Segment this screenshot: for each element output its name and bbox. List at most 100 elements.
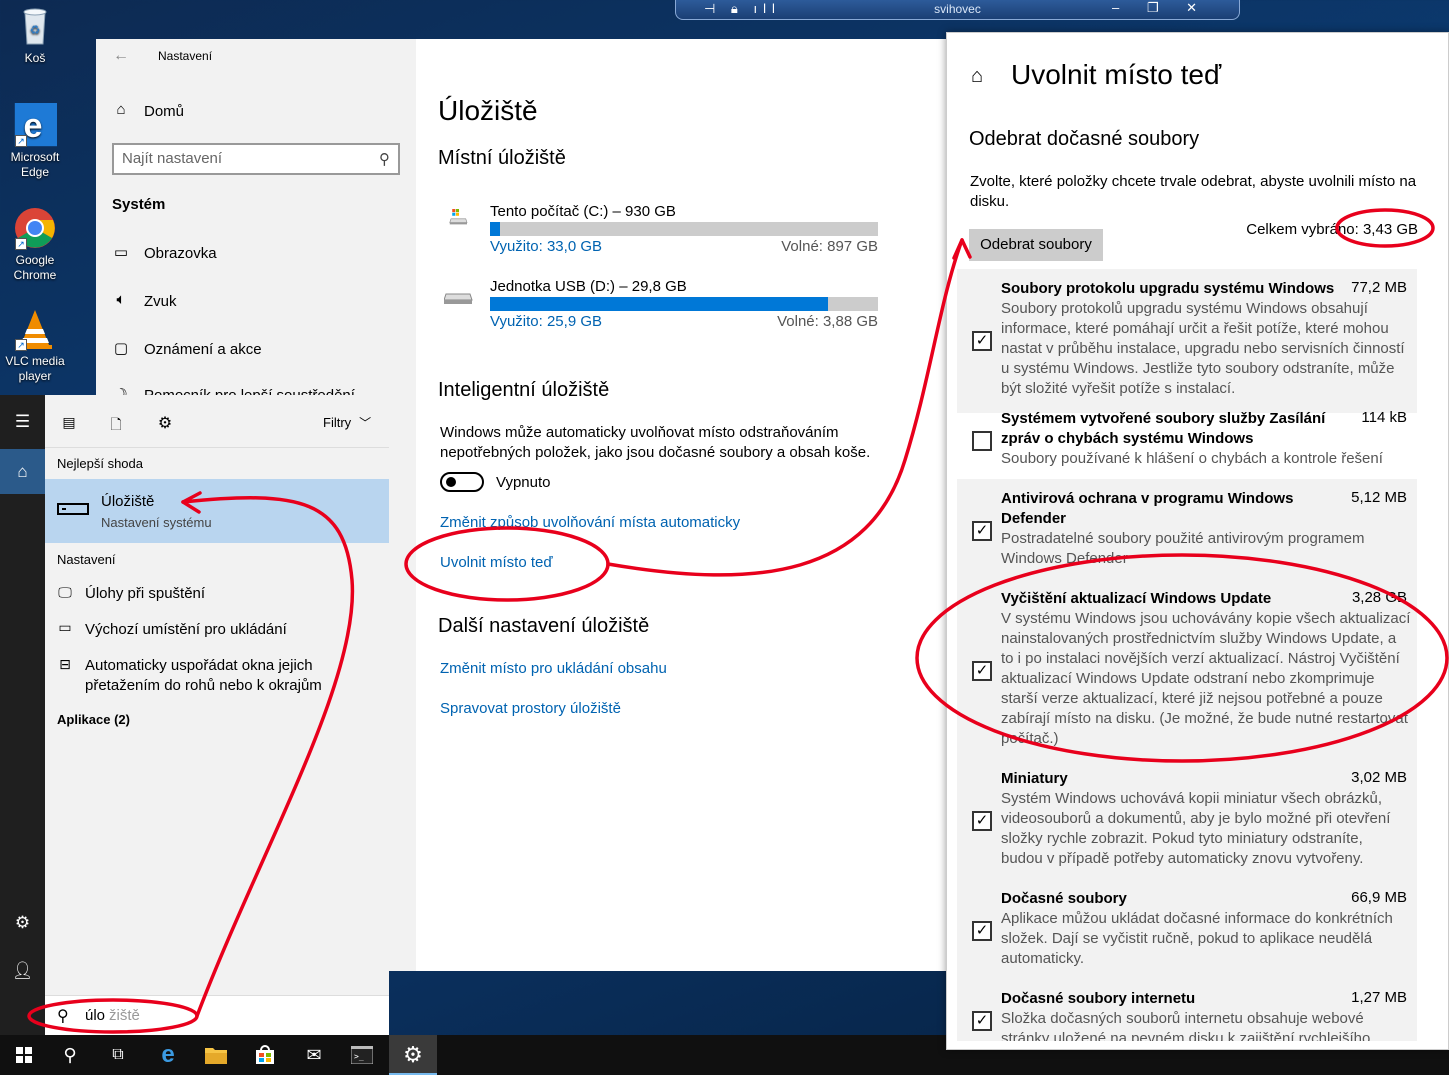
nav-item-sound[interactable]: 🔈︎ Zvuk [112,291,400,315]
search-icon: ⚲ [379,151,390,168]
section-title: Odebrat dočasné soubory [969,128,1200,150]
result-startup-tasks[interactable]: 🖵︎ Úlohy při spuštění [45,581,389,607]
page-title: Uvolnit místo teď [1011,59,1222,90]
item-description: Složka dočasných souborů internetu obsah… [1001,1010,1364,1027]
cleanup-item[interactable]: ✓ Miniatury 3,02 MB Systém Windows uchovává… [957,759,1417,883]
smart-storage-desc-1: Windows může automaticky uvolňovat místo… [440,424,839,441]
filters-dropdown[interactable]: Filtry ﹀ [323,414,371,431]
hamburger-menu-icon[interactable]: ☰ [0,399,45,444]
store-icon[interactable] [241,1035,289,1075]
cleanup-item[interactable]: ✓ Dočasné soubory 66,9 MB Aplikace můžou uk… [957,879,1417,983]
item-size: 1,27 MB [1351,989,1407,1006]
item-checkbox[interactable]: ✓ [972,1011,992,1031]
drive-d[interactable]: Jednotka USB (D:) – 29,8 GB Využito: 25,… [438,274,878,334]
result-label: Výchozí umístění pro ukládání [85,621,287,638]
change-auto-cleanup-link[interactable]: Změnit způsob uvolňování místa automatic… [440,514,740,531]
cleanup-item[interactable]: ✓ Dočasné soubory internetu 1,27 MB Složka … [957,979,1417,1041]
nav-item-display[interactable]: ▭ Obrazovka [112,243,400,267]
settings-results-heading: Nastavení [57,552,116,567]
divider [45,447,389,448]
item-checkbox[interactable]: ✓ [972,521,992,541]
result-default-save-location[interactable]: ▭ Výchozí umístění pro ukládání [45,617,389,643]
taskbar-search-input[interactable]: ⚲ úlo žiště [45,995,389,1035]
item-title: Dočasné soubory [1001,890,1127,907]
manage-storage-spaces-link[interactable]: Spravovat prostory úložiště [440,700,621,717]
feedback-icon[interactable]: 👤︎ [0,948,45,993]
svg-text:>_: >_ [354,1052,364,1061]
apps-heading: Aplikace (2) [57,712,130,727]
item-description: Systém Windows uchovává kopii miniatur v… [1001,790,1382,807]
file-explorer-icon[interactable] [192,1035,240,1075]
back-arrow-icon[interactable]: ← [112,47,130,65]
task-view-icon[interactable]: ⧉ [94,1035,142,1075]
item-checkbox[interactable] [972,431,992,451]
item-checkbox[interactable]: ✓ [972,661,992,681]
cleanup-item[interactable]: ✓ Vyčištění aktualizací Windows Update 3,2… [957,579,1417,763]
remove-files-button[interactable]: Odebrat soubory [969,229,1103,261]
item-title: Vyčištění aktualizací Windows Update [1001,590,1272,607]
desktop-icon-chrome[interactable]: ↗ Google Chrome [4,206,66,283]
item-description: nastat v průběhu instalace, upgradu nebo… [1001,340,1405,357]
drive-free: Volné: 897 GB [781,238,878,255]
toggle-state: Vypnuto [496,474,551,491]
home-nav-item[interactable]: ⌂ Domů [112,101,400,125]
total-selected: Celkem vybráno: 3,43 GB [1246,221,1418,238]
cleanup-item[interactable]: ✓ Antivirová ochrana v programu Windows De… [957,479,1417,583]
page-title: Úložiště [438,95,538,126]
cleanup-item[interactable]: ✓ Soubory protokolu upgradu systému Windo… [957,269,1417,413]
cleanup-item[interactable]: Systémem vytvořené soubory služby Zasílá… [957,399,1417,483]
free-space-content: ⌂ Uvolnit místo teď Odebrat dočasné soub… [957,43,1440,1041]
search-results-panel: ▤ 🗋︎ ⚙ Filtry ﹀ Nejlepší shoda Úložiště … [45,395,389,1035]
best-match-subtitle: Nastavení systému [101,515,212,530]
search-icon[interactable]: ⚲ [46,1035,94,1075]
desktop-icon-edge[interactable]: e ↗ Microsoft Edge [4,103,66,180]
documents-filter-icon[interactable]: 🗋︎ [106,414,126,438]
remote-desktop-bar[interactable]: ⊣ 🔒︎ ıll svihovec – ❐ ✕ [675,0,1240,20]
free-space-now-link[interactable]: Uvolnit místo teď [440,554,553,571]
chevron-down-icon: ﹀ [359,416,372,430]
local-storage-heading: Místní úložiště [438,147,566,169]
item-title: Miniatury [1001,770,1068,787]
gear-icon[interactable]: ⚙ [0,900,45,945]
item-description: Postradatelné soubory použité antivirový… [1001,530,1365,547]
settings-filter-icon[interactable]: ⚙ [155,413,175,433]
item-checkbox[interactable]: ✓ [972,811,992,831]
apps-filter-icon[interactable]: ▤ [59,414,79,431]
best-match-result[interactable]: Úložiště Nastavení systému [45,479,389,543]
item-description: zabírají místo na disku. (Je možné, že b… [1001,710,1408,727]
storage-sense-toggle[interactable] [440,472,484,492]
startup-icon: 🖵︎ [58,584,72,600]
home-icon[interactable]: ⌂ [971,65,983,88]
system-drive-icon [449,209,468,225]
item-description: to i po instalaci novějších verzí aktual… [1001,650,1400,667]
mail-icon[interactable]: ✉ [290,1035,338,1075]
item-description: videosouborů a dokumentů, aby je bylo mo… [1001,810,1391,827]
drive-used: Využito: 25,9 GB [490,313,603,330]
home-icon[interactable]: ⌂ [0,449,45,494]
drive-c[interactable]: Tento počítač (C:) – 930 GB Využito: 33,… [438,199,878,259]
filters-label: Filtry [323,415,352,430]
item-description: nainstalovaných prostřednictvím služby W… [1001,630,1397,647]
start-button[interactable] [0,1035,48,1075]
edge-icon[interactable]: e [144,1035,192,1075]
nav-label: Oznámení a akce [144,341,262,358]
item-checkbox[interactable]: ✓ [972,921,992,941]
item-size: 77,2 MB [1351,279,1407,296]
desktop-icon-recycle-bin[interactable]: ♻ Koš [4,4,66,66]
settings-search-input[interactable]: Najít nastavení ⚲ [112,143,400,175]
drive-name: Tento počítač (C:) – 930 GB [490,203,676,220]
drive-icon: ▭ [58,619,72,635]
nav-item-notifications[interactable]: ▢ Oznámení a akce [112,339,400,363]
notification-icon: ▢ [113,340,129,357]
command-prompt-icon[interactable]: >_ [338,1035,386,1075]
item-checkbox[interactable]: ✓ [972,331,992,351]
toggle-knob [446,477,456,487]
window-controls[interactable]: – ❐ ✕ [1112,0,1209,16]
settings-taskbar-icon[interactable]: ⚙ [389,1035,437,1075]
item-description: Soubory protokolů upgradu systému Window… [1001,300,1368,317]
change-save-location-link[interactable]: Změnit místo pro ukládání obsahu [440,660,667,677]
search-typed-text: úlo [85,1007,106,1024]
drive-free: Volné: 3,88 GB [777,313,878,330]
result-snap-windows[interactable]: ⊟ Automaticky uspořádat okna jejich přet… [45,653,389,699]
desktop-icon-vlc[interactable]: ↗ VLC media player [4,307,66,384]
